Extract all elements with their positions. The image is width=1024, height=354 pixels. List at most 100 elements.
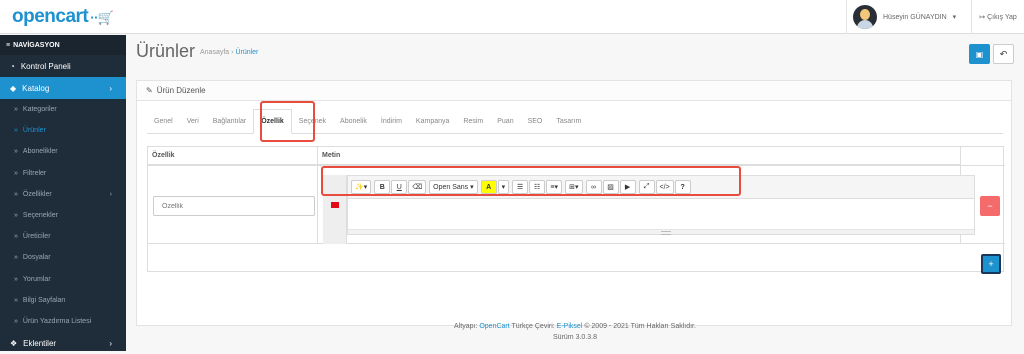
- tab-indirim[interactable]: İndirim: [374, 118, 409, 133]
- sidebar-item-label: Bilgi Sayfaları: [22, 296, 66, 304]
- tab-veri[interactable]: Veri: [180, 118, 206, 133]
- sign-out-icon: ↦: [979, 14, 986, 21]
- pencil-icon: ✎: [146, 86, 153, 95]
- tab-resim[interactable]: Resim: [456, 118, 490, 133]
- sidebar-item-label: Abonelikler: [22, 148, 58, 156]
- footer-prefix: Altyapı:: [454, 323, 478, 330]
- chevron-right-icon: ›: [109, 190, 112, 198]
- highlight-editor-toolbar: [321, 166, 741, 196]
- editor-resize-handle[interactable]: [348, 229, 974, 235]
- footer-suffix: © 2009 - 2021 Tüm Hakları Saklıdır.: [584, 323, 696, 330]
- column-header-feature: Özellik: [148, 147, 317, 165]
- sidebar-item-label: Katalog: [22, 83, 50, 93]
- user-menu[interactable]: Hüseyin GÜNAYDIN ▾: [846, 0, 971, 34]
- tab-genel[interactable]: Genel: [147, 118, 180, 133]
- double-arrow-icon: »: [14, 169, 18, 177]
- double-arrow-icon: »: [14, 254, 18, 262]
- sidebar-item-kategoriler[interactable]: » Kategoriler: [0, 99, 126, 120]
- epiksel-link[interactable]: E-Piksel: [557, 323, 583, 330]
- nav-header-label: NAVİGASYON: [13, 41, 60, 49]
- tab-abonelik[interactable]: Abonelik: [333, 118, 374, 133]
- attribute-table: Özellik Metin ✨▾ B U ⌫ Open Sans ▾: [147, 146, 1005, 274]
- tab-seo[interactable]: SEO: [521, 118, 550, 133]
- sidebar-item-label: Ürünler: [22, 127, 46, 135]
- chevron-right-icon: ›: [109, 83, 112, 93]
- sidebar-item-label: Özellikler: [22, 190, 52, 198]
- double-arrow-icon: »: [14, 106, 18, 114]
- sidebar-item-label: Eklentiler: [23, 338, 57, 348]
- remove-attribute-button[interactable]: −: [980, 196, 1000, 216]
- column-divider: [317, 147, 318, 243]
- sidebar-item-ureticiler[interactable]: » Üreticiler: [0, 226, 126, 247]
- chevron-down-icon: ▾: [952, 14, 957, 21]
- footer: Altyapı: OpenCart Türkçe Çeviri: E-Pikse…: [126, 321, 1024, 343]
- menu-icon: ≡: [6, 41, 11, 49]
- sidebar-item-label: Üreticiler: [22, 233, 51, 241]
- tag-icon: ◆: [10, 83, 17, 93]
- sidebar-item-label: Seçenekler: [22, 212, 58, 220]
- page-title: Ürünler: [136, 41, 196, 61]
- sidebar-item-label: Yorumlar: [22, 275, 51, 283]
- sidebar-item-secenekler[interactable]: » Seçenekler: [0, 205, 126, 226]
- tab-puan[interactable]: Puan: [490, 118, 520, 133]
- logout-label: Çıkış Yap: [987, 13, 1017, 21]
- top-header: opencart ··🛒 Hüseyin GÜNAYDIN ▾ ↦ Çıkış Y…: [0, 0, 1024, 34]
- footer-version: Sürüm 3.0.3.8: [553, 334, 597, 341]
- double-arrow-icon: »: [14, 233, 18, 241]
- sidebar-item-label: Filtreler: [22, 169, 47, 177]
- logo-text: opencart: [12, 6, 89, 27]
- highlight-ozellik-tab: [260, 101, 315, 142]
- tab-tasarim[interactable]: Tasarım: [549, 118, 588, 133]
- chevron-right-icon: ›: [109, 338, 112, 348]
- tab-kampanya[interactable]: Kampanya: [409, 118, 456, 133]
- user-name: Hüseyin GÜNAYDIN: [883, 13, 947, 21]
- minus-circle-icon: −: [987, 201, 993, 211]
- double-arrow-icon: »: [14, 212, 18, 220]
- footer-middle: Türkçe Çeviri:: [511, 323, 555, 330]
- sidebar-item-ozellikler[interactable]: » Özellikler ›: [0, 184, 126, 205]
- sidebar-item-catalog[interactable]: ◆ Katalog ›: [0, 77, 126, 99]
- double-arrow-icon: »: [14, 190, 18, 198]
- sidebar-item-label: Kontrol Paneli: [20, 61, 71, 71]
- dashboard-icon: ◔: [10, 61, 15, 71]
- footer-copyright: Altyapı: OpenCart Türkçe Çeviri: E-Pikse…: [126, 321, 1024, 332]
- sidebar-item-label: Kategoriler: [22, 106, 57, 114]
- opencart-link[interactable]: OpenCart: [479, 323, 509, 330]
- breadcrumb-home[interactable]: Anasayfa: [200, 49, 229, 56]
- feature-select-input[interactable]: [153, 196, 315, 216]
- sidebar-item-bilgi-sayfalari[interactable]: » Bilgi Sayfaları: [0, 290, 126, 311]
- sidebar-item-dashboard[interactable]: ◔ Kontrol Paneli: [0, 55, 126, 77]
- turkish-flag-icon: [331, 202, 339, 208]
- logout-button[interactable]: ↦ Çıkış Yap: [971, 0, 1024, 34]
- save-button[interactable]: ▣: [969, 44, 990, 64]
- back-button[interactable]: ↶: [993, 44, 1014, 64]
- breadcrumb-separator: ›: [231, 49, 234, 56]
- double-arrow-icon: »: [14, 127, 18, 135]
- sidebar-item-dosyalar[interactable]: » Dosyalar: [0, 247, 126, 268]
- column-header-text: Metin: [318, 147, 960, 165]
- save-icon: ▣: [975, 49, 984, 59]
- avatar: [853, 5, 877, 29]
- sidebar-item-urunler[interactable]: » Ürünler: [0, 120, 126, 141]
- breadcrumb-current[interactable]: Ürünler: [235, 49, 258, 56]
- sidebar-item-label: Ürün Yazdırma Listesi: [22, 317, 92, 325]
- double-arrow-icon: »: [14, 148, 18, 156]
- tab-baglantilar[interactable]: Bağlantılar: [206, 118, 253, 133]
- double-arrow-icon: »: [14, 275, 18, 283]
- double-arrow-icon: »: [14, 317, 18, 325]
- sidebar-item-urun-yazdirma-listesi[interactable]: » Ürün Yazdırma Listesi: [0, 311, 126, 332]
- sidebar: ≡ NAVİGASYON ◔ Kontrol Paneli ◆ Katalog › » K…: [0, 35, 126, 351]
- breadcrumb: Anasayfa › Ürünler: [200, 49, 258, 56]
- sidebar-item-abonelikler[interactable]: » Abonelikler: [0, 141, 126, 162]
- sidebar-item-label: Dosyalar: [22, 254, 51, 262]
- nav-header: ≡ NAVİGASYON: [0, 35, 126, 55]
- sidebar-item-yorumlar[interactable]: » Yorumlar: [0, 269, 126, 290]
- double-arrow-icon: »: [14, 296, 18, 304]
- opencart-logo[interactable]: opencart ··🛒: [12, 6, 114, 28]
- row-divider: [148, 243, 1005, 244]
- panel-heading: ✎ Ürün Düzenle: [137, 81, 1011, 101]
- puzzle-icon: ❖: [10, 338, 18, 348]
- sidebar-item-filtreler[interactable]: » Filtreler: [0, 163, 126, 184]
- add-attribute-button[interactable]: +: [981, 254, 1001, 274]
- cart-icon: ··🛒: [90, 10, 114, 25]
